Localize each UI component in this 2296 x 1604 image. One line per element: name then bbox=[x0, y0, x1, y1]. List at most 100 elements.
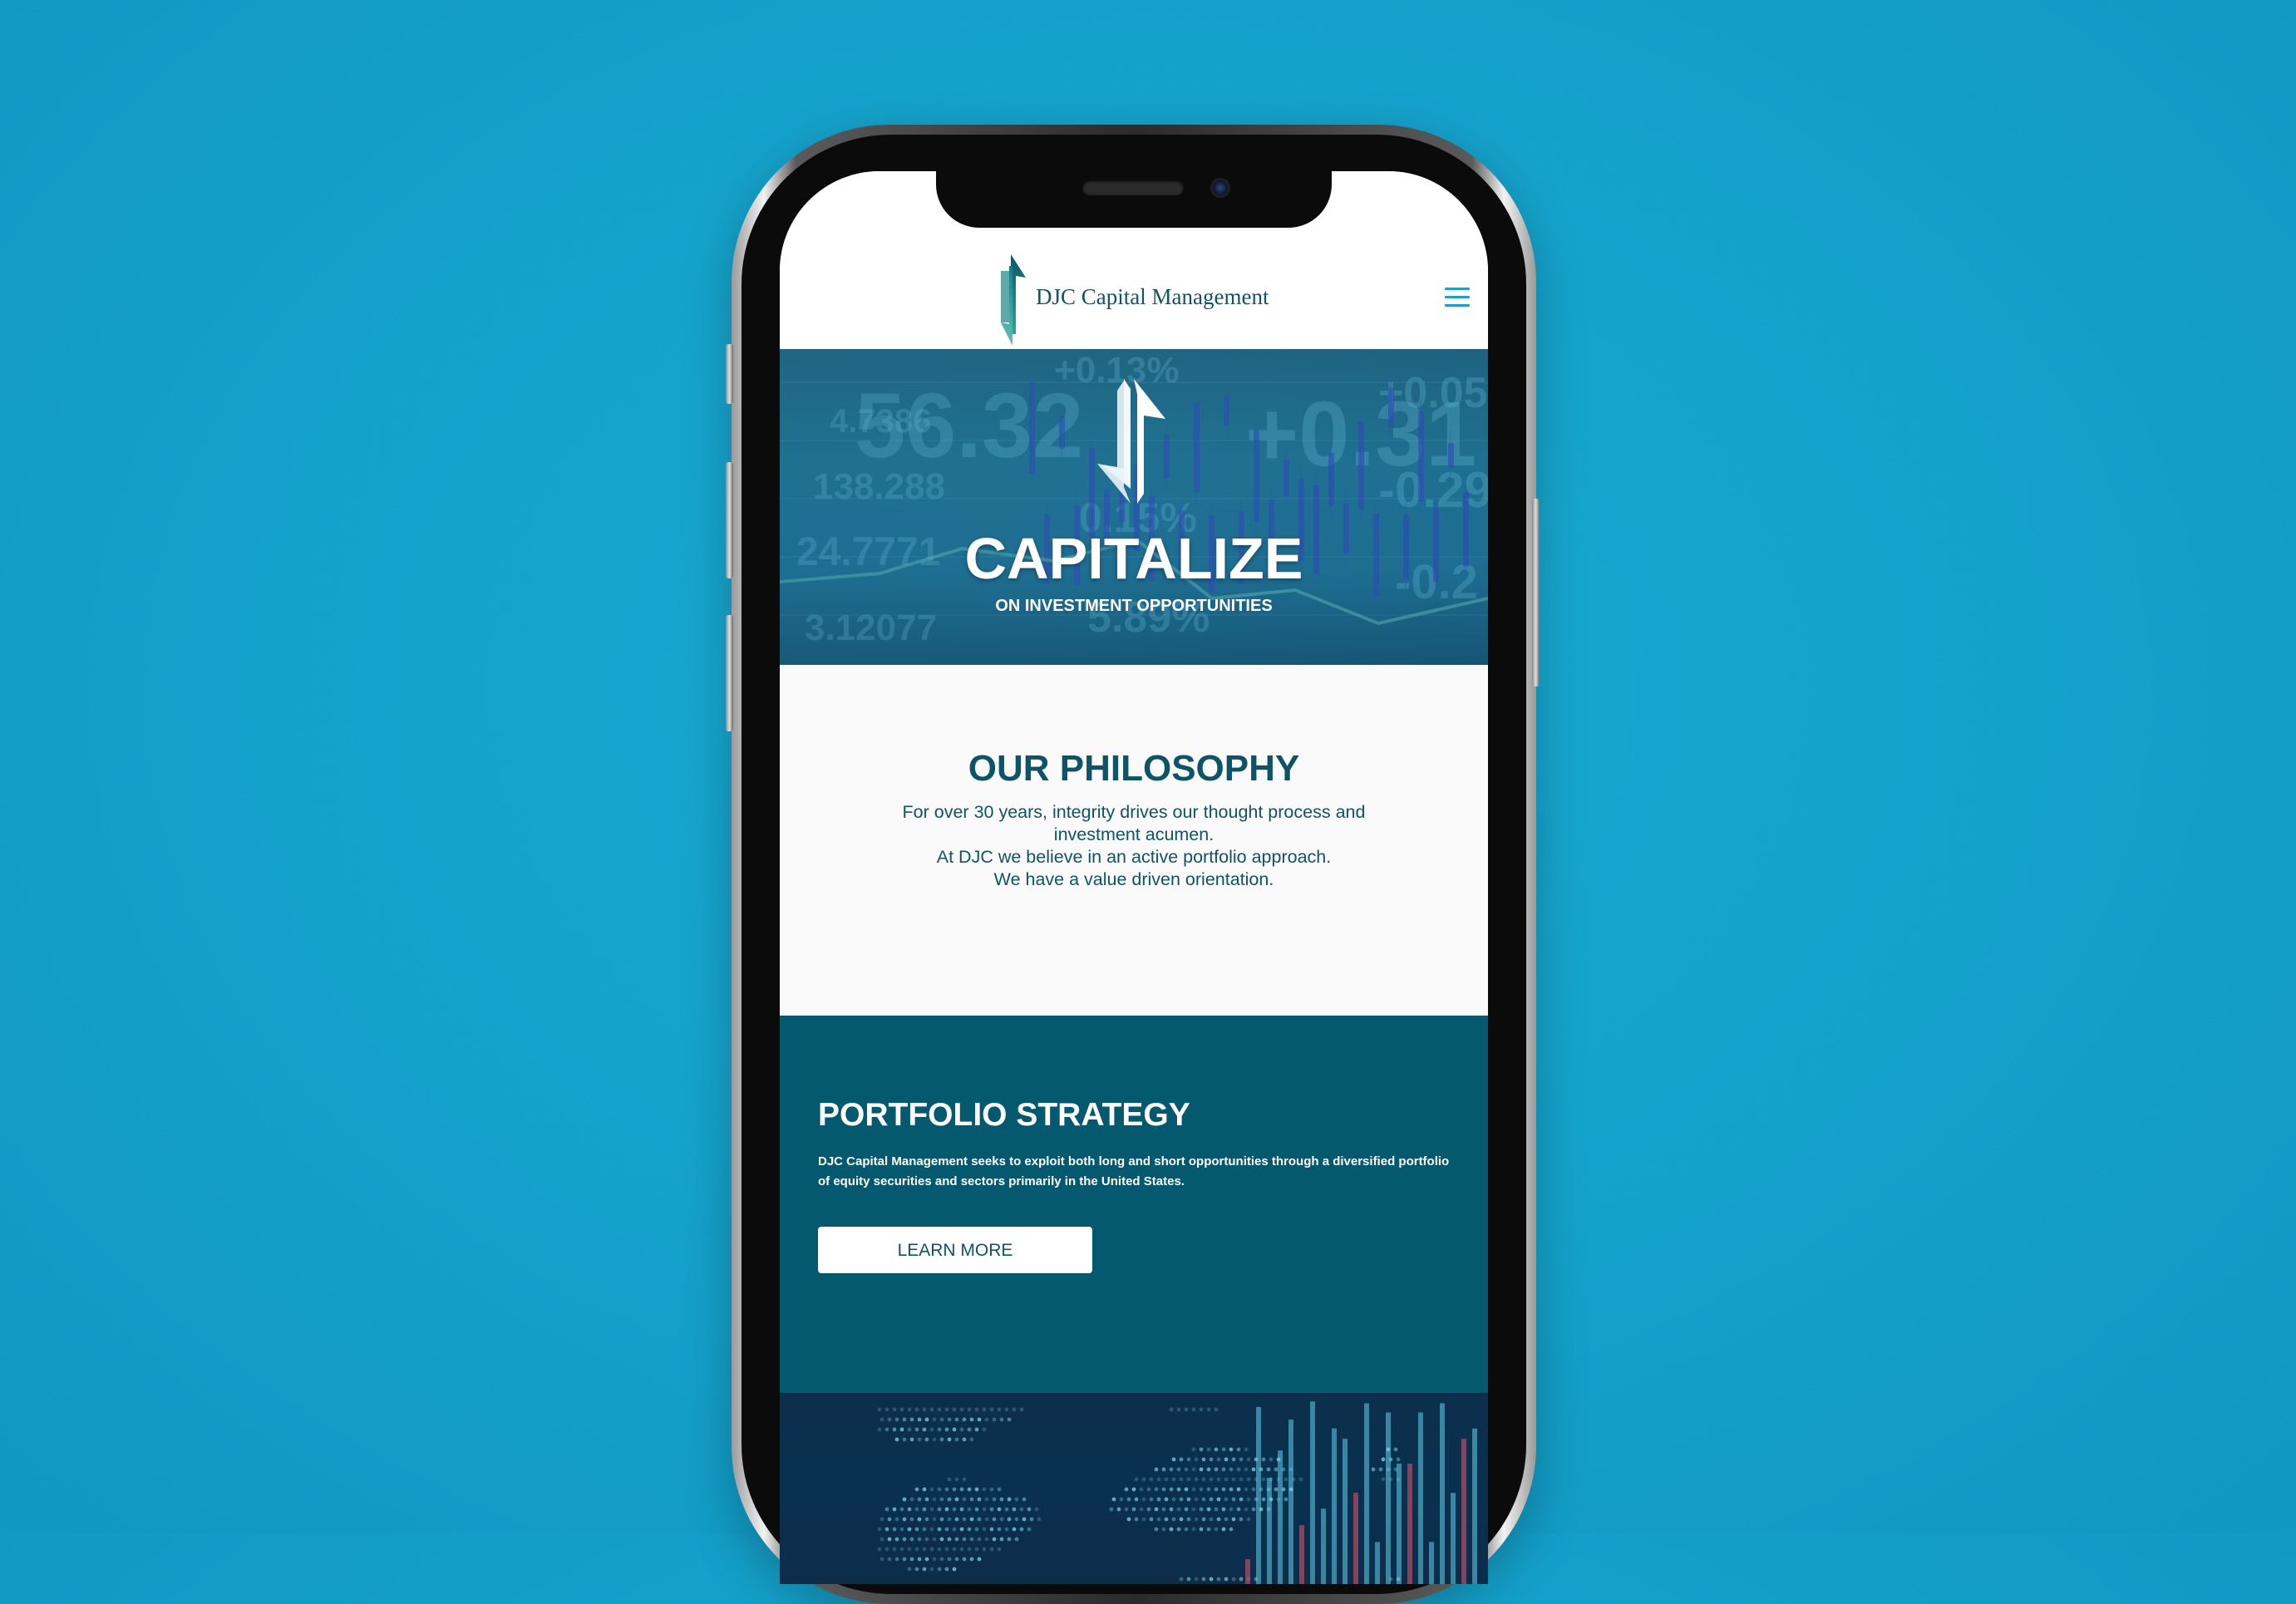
philosophy-title: OUR PHILOSOPHY bbox=[968, 748, 1300, 789]
map-dot bbox=[1007, 1537, 1012, 1542]
brand-logo[interactable]: DJC Capital Management bbox=[994, 254, 1293, 346]
map-dot bbox=[922, 1427, 927, 1432]
map-dot bbox=[909, 1517, 914, 1522]
map-dot bbox=[1164, 1497, 1169, 1502]
map-dot bbox=[1176, 1487, 1181, 1492]
map-bar bbox=[1288, 1419, 1293, 1584]
map-dot bbox=[989, 1547, 994, 1552]
map-dot bbox=[907, 1527, 912, 1532]
map-dot bbox=[1199, 1507, 1204, 1512]
map-dot bbox=[1201, 1477, 1206, 1482]
map-dot bbox=[1214, 1487, 1219, 1492]
map-dot bbox=[1239, 1577, 1244, 1582]
map-dot bbox=[1184, 1527, 1189, 1532]
map-dot bbox=[899, 1507, 904, 1512]
map-dot bbox=[1274, 1487, 1279, 1492]
map-dot bbox=[1209, 1477, 1214, 1482]
map-dot bbox=[899, 1527, 904, 1532]
map-dot bbox=[1007, 1417, 1012, 1422]
philosophy-line-1: For over 30 years, integrity drives our … bbox=[902, 802, 1366, 844]
map-dot bbox=[1216, 1477, 1221, 1482]
map-dot bbox=[962, 1517, 967, 1522]
map-dot bbox=[1161, 1487, 1166, 1492]
map-dot bbox=[969, 1557, 974, 1562]
map-dot bbox=[1221, 1467, 1226, 1472]
map-dot bbox=[1156, 1477, 1161, 1482]
map-dot bbox=[1034, 1507, 1039, 1512]
map-dot bbox=[1124, 1487, 1129, 1492]
map-dot bbox=[1214, 1527, 1219, 1532]
map-dot bbox=[1176, 1507, 1181, 1512]
map-dot bbox=[1231, 1457, 1236, 1462]
map-dot bbox=[997, 1487, 1002, 1492]
map-dot bbox=[967, 1547, 972, 1552]
map-dot bbox=[967, 1527, 972, 1532]
front-camera bbox=[1210, 178, 1230, 198]
map-dot bbox=[917, 1557, 922, 1562]
map-dot bbox=[1186, 1497, 1191, 1502]
map-dot bbox=[894, 1557, 899, 1562]
map-dot bbox=[969, 1417, 974, 1422]
world-map-banner bbox=[780, 1393, 1488, 1584]
map-dot bbox=[944, 1527, 949, 1532]
map-dot bbox=[1019, 1407, 1024, 1412]
map-dot bbox=[907, 1567, 912, 1572]
map-dot bbox=[892, 1407, 897, 1412]
map-dot bbox=[902, 1417, 907, 1422]
map-dot bbox=[952, 1547, 957, 1552]
map-dot bbox=[1231, 1577, 1236, 1582]
map-bar bbox=[1375, 1542, 1380, 1584]
map-dot bbox=[1171, 1477, 1176, 1482]
map-dot bbox=[947, 1557, 952, 1562]
map-bar bbox=[1267, 1478, 1272, 1584]
map-dot bbox=[1216, 1497, 1221, 1502]
map-dot bbox=[902, 1497, 907, 1502]
map-dot bbox=[984, 1417, 989, 1422]
learn-more-button[interactable]: LEARN MORE bbox=[818, 1227, 1092, 1273]
map-dot bbox=[997, 1407, 1002, 1412]
map-dot bbox=[929, 1507, 934, 1512]
map-dot bbox=[1176, 1467, 1181, 1472]
map-dot bbox=[959, 1487, 964, 1492]
map-dot bbox=[967, 1507, 972, 1512]
volume-down-button bbox=[726, 615, 733, 731]
map-dot bbox=[959, 1407, 964, 1412]
map-dot bbox=[997, 1507, 1002, 1512]
map-dot bbox=[894, 1437, 899, 1442]
map-dot bbox=[1381, 1457, 1386, 1462]
map-dot bbox=[1199, 1527, 1204, 1532]
map-dot bbox=[1224, 1577, 1229, 1582]
map-dot bbox=[947, 1437, 952, 1442]
map-dot bbox=[984, 1497, 989, 1502]
map-dot bbox=[1199, 1407, 1204, 1412]
map-dot bbox=[1027, 1507, 1032, 1512]
map-dot bbox=[932, 1517, 937, 1522]
map-dot bbox=[1124, 1507, 1129, 1512]
map-dot bbox=[977, 1497, 982, 1502]
map-dot bbox=[1393, 1447, 1398, 1452]
map-dot bbox=[1014, 1517, 1019, 1522]
map-bar bbox=[1451, 1493, 1456, 1584]
map-dot bbox=[922, 1547, 927, 1552]
map-dot bbox=[999, 1537, 1004, 1542]
map-dot bbox=[1154, 1487, 1159, 1492]
map-dot bbox=[909, 1497, 914, 1502]
map-dot bbox=[974, 1547, 979, 1552]
map-dot bbox=[879, 1557, 884, 1562]
map-dot bbox=[932, 1557, 937, 1562]
map-dot bbox=[962, 1497, 967, 1502]
strategy-text: DJC Capital Management seeks to exploit … bbox=[818, 1154, 1450, 1188]
map-dot bbox=[1184, 1407, 1189, 1412]
map-dot bbox=[922, 1567, 927, 1572]
map-dot bbox=[962, 1537, 967, 1542]
map-dot bbox=[962, 1437, 967, 1442]
map-dot bbox=[879, 1417, 884, 1422]
map-dot bbox=[1251, 1507, 1256, 1512]
map-dot bbox=[1022, 1497, 1027, 1502]
map-dot bbox=[1221, 1507, 1226, 1512]
map-dot bbox=[1019, 1507, 1024, 1512]
map-dot bbox=[1029, 1517, 1034, 1522]
map-dot bbox=[1191, 1507, 1196, 1512]
hamburger-menu-icon[interactable] bbox=[1445, 288, 1470, 308]
map-dot bbox=[932, 1537, 937, 1542]
